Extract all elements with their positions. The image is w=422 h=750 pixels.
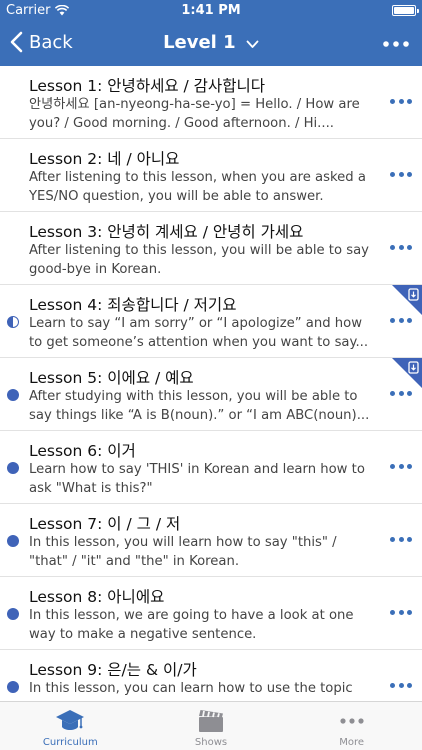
more-options-icon[interactable] [382,34,410,54]
lesson-title: Lesson 1: 안녕하세요 / 감사합니다 [29,77,265,95]
lesson-title: Lesson 8: 아니에요 [29,588,165,606]
lesson-title: Lesson 7: 이 / 그 / 저 [29,515,181,533]
lesson-row[interactable]: Lesson 3: 안녕히 계세요 / 안녕히 가세요 After listeni… [0,212,422,285]
tab-label: More [339,737,365,748]
progress-half-icon [7,316,19,328]
clapperboard-icon [197,708,225,738]
lesson-options-icon[interactable] [390,460,412,472]
status-time: 1:41 PM [181,3,241,18]
tab-bar: Curriculum Shows More [0,701,422,750]
lesson-row[interactable]: Lesson 7: 이 / 그 / 저 In this lesson, you w… [0,504,422,577]
lesson-row[interactable]: Lesson 2: 네 / 아니요 After listening to this… [0,139,422,212]
lesson-options-icon[interactable] [390,314,412,326]
progress-dot-icon [7,462,19,474]
lesson-row[interactable]: Lesson 4: 죄송합니다 / 저기요 Learn to say “I am … [0,285,422,358]
lesson-row[interactable]: Lesson 9: 은/는 & 이/가 In this lesson, you c… [0,650,422,701]
lesson-row[interactable]: Lesson 5: 이에요 / 예요 After studying with th… [0,358,422,431]
tab-shows[interactable]: Shows [141,702,282,750]
lesson-title: Lesson 9: 은/는 & 이/가 [29,661,197,679]
tab-curriculum[interactable]: Curriculum [0,702,141,750]
battery-icon [392,5,419,16]
device-icon [408,288,419,301]
progress-dot-icon [7,535,19,547]
lesson-options-icon[interactable] [390,533,412,545]
more-dots-icon [338,708,366,738]
lesson-row[interactable]: Lesson 1: 안녕하세요 / 감사합니다안녕하세요 [an-nyeong-… [0,66,422,139]
lesson-options-icon[interactable] [390,387,412,399]
lesson-description: In this lesson, you will learn how to sa… [29,535,337,569]
lesson-description: Learn how to say 'THIS' in Korean and le… [29,462,365,496]
progress-dot-icon [7,681,19,693]
tab-label: Curriculum [42,737,98,748]
tab-label: Shows [194,737,228,748]
nav-bar: Back Level 1 [0,22,422,66]
lesson-description: After studying with this lesson, you wil… [29,389,370,423]
lesson-title: Lesson 5: 이에요 / 예요 [29,369,194,387]
lesson-options-icon[interactable] [390,168,412,180]
lesson-title: Lesson 4: 죄송합니다 / 저기요 [29,296,237,314]
lesson-list: Lesson 1: 안녕하세요 / 감사합니다안녕하세요 [an-nyeong-… [0,66,422,701]
lesson-row[interactable]: Lesson 6: 이거 Learn how to say 'THIS' in K… [0,431,422,504]
lesson-options-icon[interactable] [390,679,412,691]
status-bar: Carrier 1:41 PM [0,0,422,22]
lesson-options-icon[interactable] [390,241,412,253]
lesson-title: Lesson 2: 네 / 아니요 [29,150,180,168]
chevron-down-icon [246,33,259,54]
graduation-cap-icon [55,708,85,738]
device-icon [408,361,419,374]
lesson-row[interactable]: Lesson 8: 아니에요 In this lesson, we are goi… [0,577,422,650]
lesson-description: Learn to say “I am sorry” or “I apologiz… [29,316,369,350]
lesson-title: Lesson 6: 이거 [29,442,136,460]
lesson-options-icon[interactable] [390,95,412,107]
progress-dot-icon [7,389,19,401]
lesson-title: Lesson 3: 안녕히 계세요 / 안녕히 가세요 [29,223,304,241]
progress-dot-icon [7,608,19,620]
level-selector[interactable]: Level 1 [0,32,422,54]
tab-more[interactable]: More [281,702,422,750]
page-title: Level 1 [163,32,236,53]
lesson-options-icon[interactable] [390,606,412,618]
lesson-description: 안녕하세요 [an-nyeong-ha-se-yo] = Hello. / Ho… [29,97,360,131]
lesson-description: After listening to this lesson, you will… [29,243,369,277]
lesson-description: In this lesson, you can learn how to use… [29,681,353,696]
lesson-description: In this lesson, we are going to have a l… [29,608,354,642]
lesson-description: After listening to this lesson, when you… [29,170,366,204]
